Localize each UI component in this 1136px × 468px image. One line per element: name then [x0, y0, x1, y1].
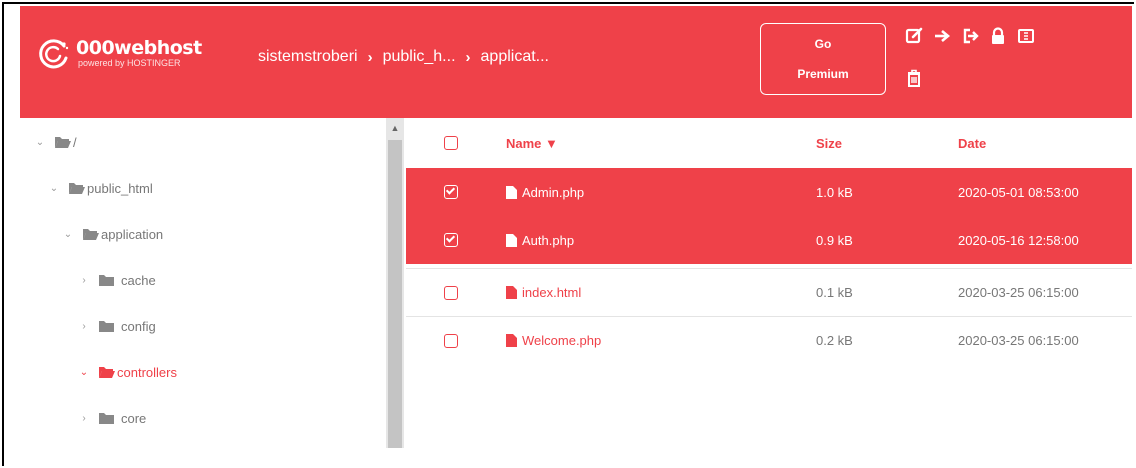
folder-icon [99, 320, 114, 332]
go-premium-line2: Premium [797, 67, 849, 81]
file-name[interactable]: index.html [522, 285, 581, 300]
scrollbar-thumb[interactable] [388, 140, 402, 448]
chevron-down-icon[interactable]: ⌄ [62, 229, 74, 240]
tree-item-label: controllers [117, 364, 177, 380]
file-date: 2020-03-25 06:15:00 [958, 333, 1079, 348]
row-checkbox[interactable] [444, 233, 458, 247]
table-row[interactable]: index.html 0.1 kB 2020-03-25 06:15:00 [406, 268, 1132, 316]
tree-item-label: public_html [87, 180, 153, 196]
row-checkbox[interactable] [444, 333, 458, 348]
logo-swirl-icon [39, 39, 69, 69]
chevron-right-icon[interactable]: › [78, 321, 90, 332]
tree-item-label: cache [121, 272, 156, 288]
breadcrumb-item-public-html[interactable]: public_h... [383, 48, 456, 66]
checkmark-icon [445, 185, 456, 195]
folder-open-icon [83, 228, 99, 240]
file-name[interactable]: Admin.php [522, 185, 584, 200]
tree-item-public-html[interactable]: ⌄ public_html [48, 176, 153, 200]
file-table: Name ▼ Size Date Admin.php 1.0 kB 2020-0… [406, 118, 1132, 448]
breadcrumb-separator: › [465, 48, 471, 66]
go-premium-button[interactable]: Go Premium [760, 23, 886, 95]
breadcrumb-separator: › [367, 48, 373, 66]
tree-item-label: application [101, 226, 164, 242]
file-icon [506, 286, 517, 299]
tree-item-cache[interactable]: › cache [78, 268, 156, 292]
breadcrumb-item-application[interactable]: applicat... [481, 48, 549, 66]
exit-icon[interactable] [960, 26, 980, 46]
logo[interactable]: 000webhost powered by HOSTINGER [36, 36, 202, 70]
column-header-date[interactable]: Date [958, 136, 986, 151]
file-size: 0.2 kB [816, 333, 853, 348]
file-icon [506, 185, 517, 199]
column-header-name[interactable]: Name ▼ [506, 136, 558, 151]
tree-item-config[interactable]: › config [78, 314, 156, 338]
file-icon [506, 334, 517, 347]
file-name[interactable]: Auth.php [522, 233, 574, 248]
tree-item-core[interactable]: › core [78, 406, 146, 430]
trash-icon[interactable] [904, 68, 924, 88]
window-frame-top [2, 2, 1134, 4]
lock-icon[interactable] [988, 26, 1008, 46]
logo-brand: 000webhost [76, 36, 202, 59]
file-size: 0.1 kB [816, 285, 853, 300]
tree-item-application[interactable]: ⌄ application [62, 222, 163, 246]
folder-open-icon [55, 136, 71, 148]
table-row[interactable]: Welcome.php 0.2 kB 2020-03-25 06:15:00 [406, 316, 1132, 364]
tree-item-controllers[interactable]: ⌄ controllers [78, 360, 177, 384]
app-header: 000webhost powered by HOSTINGER sistemst… [20, 6, 1132, 118]
edit-icon[interactable] [904, 26, 924, 46]
table-header-row: Name ▼ Size Date [406, 118, 1132, 168]
go-premium-line1: Go [814, 37, 832, 51]
archive-icon[interactable] [1016, 26, 1036, 46]
chevron-right-icon[interactable]: › [78, 413, 90, 424]
file-date: 2020-05-16 12:58:00 [958, 232, 1079, 248]
tree-item-label: / [73, 134, 77, 150]
logo-subtitle: powered by HOSTINGER [78, 57, 181, 68]
chevron-right-icon[interactable]: › [78, 275, 90, 286]
file-date: 2020-05-01 08:53:00 [958, 184, 1079, 200]
folder-tree: ⌄ / ⌄ public_html ⌄ application › cache … [20, 118, 386, 448]
sidebar-scrollbar[interactable]: ▲ [386, 118, 404, 448]
chevron-down-icon[interactable]: ⌄ [78, 367, 90, 378]
folder-icon [99, 274, 114, 286]
row-checkbox[interactable] [444, 285, 458, 300]
scroll-up-icon[interactable]: ▲ [386, 120, 404, 136]
table-row[interactable]: Admin.php 1.0 kB 2020-05-01 08:53:00 [406, 168, 1132, 216]
chevron-down-icon[interactable]: ⌄ [48, 183, 60, 194]
file-name[interactable]: Welcome.php [522, 333, 601, 348]
file-icon [506, 233, 517, 247]
move-arrow-icon[interactable] [932, 26, 952, 46]
select-all-checkbox[interactable] [444, 136, 458, 150]
folder-open-icon [69, 182, 85, 194]
folder-icon [99, 412, 114, 424]
breadcrumb: sistemstroberi › public_h... › applicat.… [258, 48, 549, 66]
breadcrumb-item-sistemstroberi[interactable]: sistemstroberi [258, 48, 358, 66]
folder-open-icon [99, 366, 115, 378]
checkmark-icon [445, 233, 456, 243]
chevron-down-icon[interactable]: ⌄ [34, 137, 46, 148]
table-row[interactable]: Auth.php 0.9 kB 2020-05-16 12:58:00 [406, 216, 1132, 264]
file-date: 2020-03-25 06:15:00 [958, 285, 1079, 300]
file-size: 1.0 kB [816, 184, 853, 200]
tree-item-label: core [121, 410, 147, 426]
tree-item-label: config [121, 318, 156, 334]
tree-item-root[interactable]: ⌄ / [34, 130, 77, 154]
row-checkbox[interactable] [444, 185, 458, 199]
file-size: 0.9 kB [816, 232, 853, 248]
window-frame-left [2, 2, 4, 466]
column-header-size[interactable]: Size [816, 136, 842, 151]
